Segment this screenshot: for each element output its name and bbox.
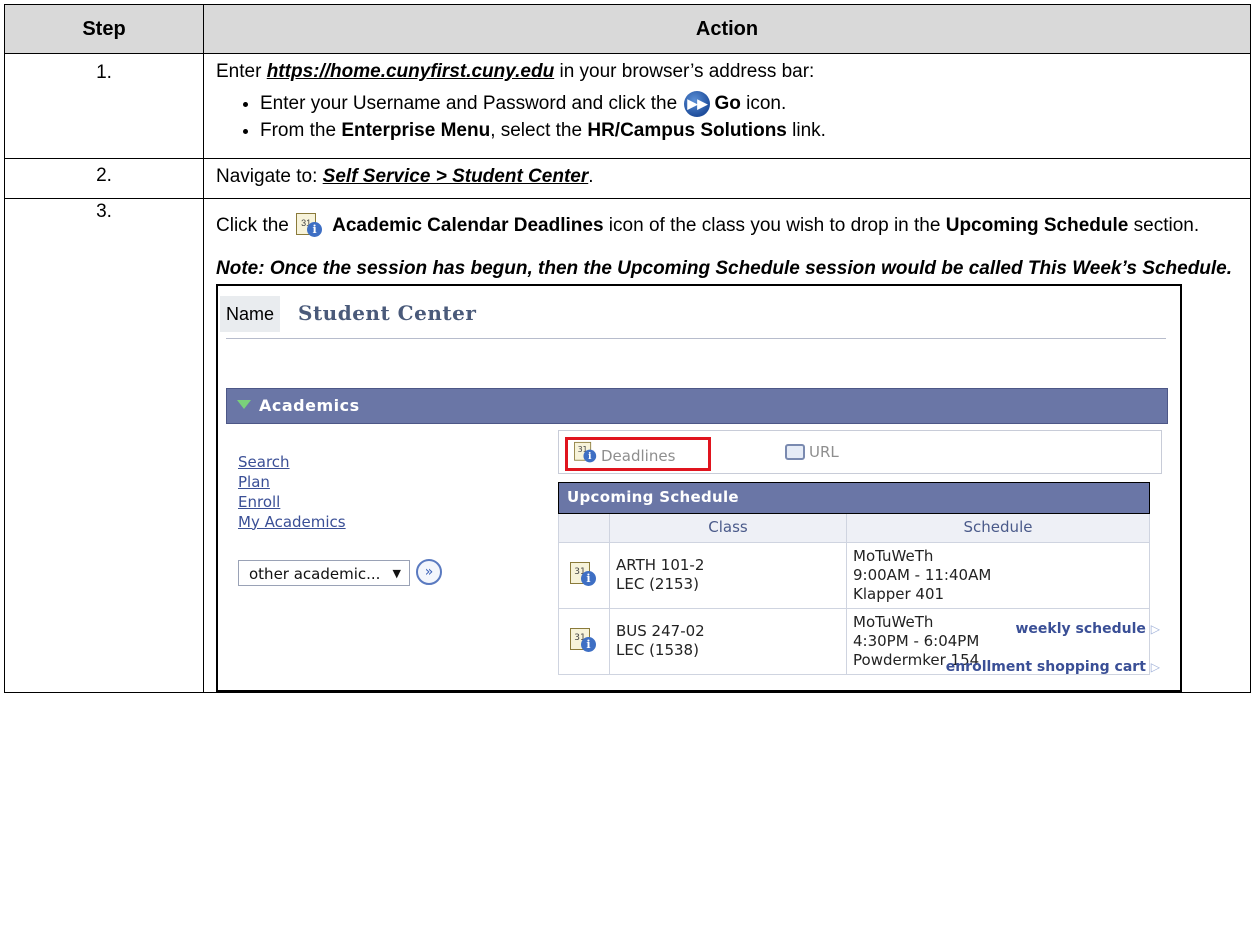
schedule-cell: MoTuWeTh 9:00AM - 11:40AM Klapper 401 — [846, 541, 1150, 609]
schedule-column-header: Schedule — [846, 512, 1150, 543]
calendar-deadlines-icon: 31 i — [296, 213, 324, 239]
title-divider — [226, 337, 1166, 339]
calendar-deadlines-icon: 31 i — [574, 441, 598, 464]
link-my-academics[interactable]: My Academics — [238, 512, 346, 532]
collapse-triangle-icon[interactable] — [237, 399, 251, 409]
instructions-table: Step Action 1. Enter https://home.cunyfi… — [4, 4, 1251, 693]
step-row-3: 3. Click the 31 i Academic Calendar Deadli… — [4, 198, 1251, 693]
cunyfirst-url-link[interactable]: https://home.cunyfirst.cuny.edu — [267, 61, 555, 82]
student-center-screenshot: Name Student Center Academics Search Pla… — [216, 283, 1182, 692]
enrollment-cart-link[interactable]: enrollment shopping cart ▷ — [946, 658, 1160, 676]
go-arrow-icon: ▶▶ — [684, 90, 711, 117]
upcoming-schedule-title: Upcoming Schedule — [558, 481, 1150, 514]
academics-section-header[interactable]: Academics — [226, 387, 1168, 424]
header-row: Step Action — [4, 4, 1251, 54]
url-link[interactable]: URL — [785, 440, 839, 464]
action-header: Action — [203, 4, 1251, 54]
url-icon — [785, 443, 805, 460]
other-academic-select[interactable]: other academic... ▼ — [238, 559, 410, 586]
step-row-1: 1. Enter https://home.cunyfirst.cuny.edu… — [4, 53, 1251, 159]
deadlines-toolbar: 31 i Deadlines URL — [558, 429, 1162, 474]
step-number: 3. — [4, 198, 204, 693]
bullet-item: From the Enterprise Menu, select the HR/… — [260, 119, 1240, 144]
calendar-deadlines-icon[interactable]: 31 i — [570, 628, 598, 654]
link-enroll[interactable]: Enroll — [238, 492, 346, 512]
step-3-note: Note: Once the session has begun, then t… — [216, 258, 1233, 279]
page-title: Student Center — [298, 300, 477, 325]
step-number: 1. — [4, 53, 204, 159]
calendar-deadlines-icon[interactable]: 31 i — [570, 562, 598, 588]
weekly-schedule-link[interactable]: weekly schedule ▷ — [1015, 620, 1160, 638]
play-arrow-icon: ▷ — [1150, 659, 1160, 674]
link-plan[interactable]: Plan — [238, 472, 346, 492]
name-label: Name — [220, 295, 281, 332]
step-action: Enter https://home.cunyfirst.cuny.edu in… — [203, 53, 1251, 159]
deadlines-link[interactable]: Deadlines — [601, 447, 675, 465]
bullet-item: Enter your Username and Password and cli… — [260, 90, 1240, 117]
step-header: Step — [4, 4, 204, 54]
step-action: Navigate to: Self Service > Student Cent… — [203, 158, 1251, 199]
step-1-bullets: Enter your Username and Password and cli… — [216, 90, 1240, 144]
deadlines-highlight[interactable]: 31 i Deadlines — [565, 436, 711, 471]
play-arrow-icon: ▷ — [1150, 621, 1160, 636]
icon-column-header — [558, 512, 610, 543]
table-row: 31 i ARTH 101-2 LEC (2153) MoTuWeTh 9:00AM … — [558, 541, 1150, 609]
class-cell: ARTH 101-2 LEC (2153) — [609, 541, 847, 609]
upcoming-schedule-table: Upcoming Schedule Class Schedule 31 i ART… — [558, 481, 1150, 675]
chevron-down-icon: ▼ — [392, 566, 401, 580]
step-number: 2. — [4, 158, 204, 199]
step-action: Click the 31 i Academic Calendar Deadlines… — [203, 198, 1251, 693]
step-3-instruction: Click the 31 i Academic Calendar Deadlines… — [216, 213, 1240, 239]
class-cell: BUS 247-02 LEC (1538) — [609, 607, 847, 675]
link-search[interactable]: Search — [238, 452, 346, 472]
navigation-path: Self Service > Student Center — [322, 166, 589, 187]
academics-links: Search Plan Enroll My Academics — [238, 452, 346, 532]
go-button[interactable]: » — [416, 558, 442, 585]
step-row-2: 2. Navigate to: Self Service > Student C… — [4, 158, 1251, 199]
step-1-intro: Enter https://home.cunyfirst.cuny.edu in… — [216, 61, 815, 82]
class-column-header: Class — [609, 512, 847, 543]
